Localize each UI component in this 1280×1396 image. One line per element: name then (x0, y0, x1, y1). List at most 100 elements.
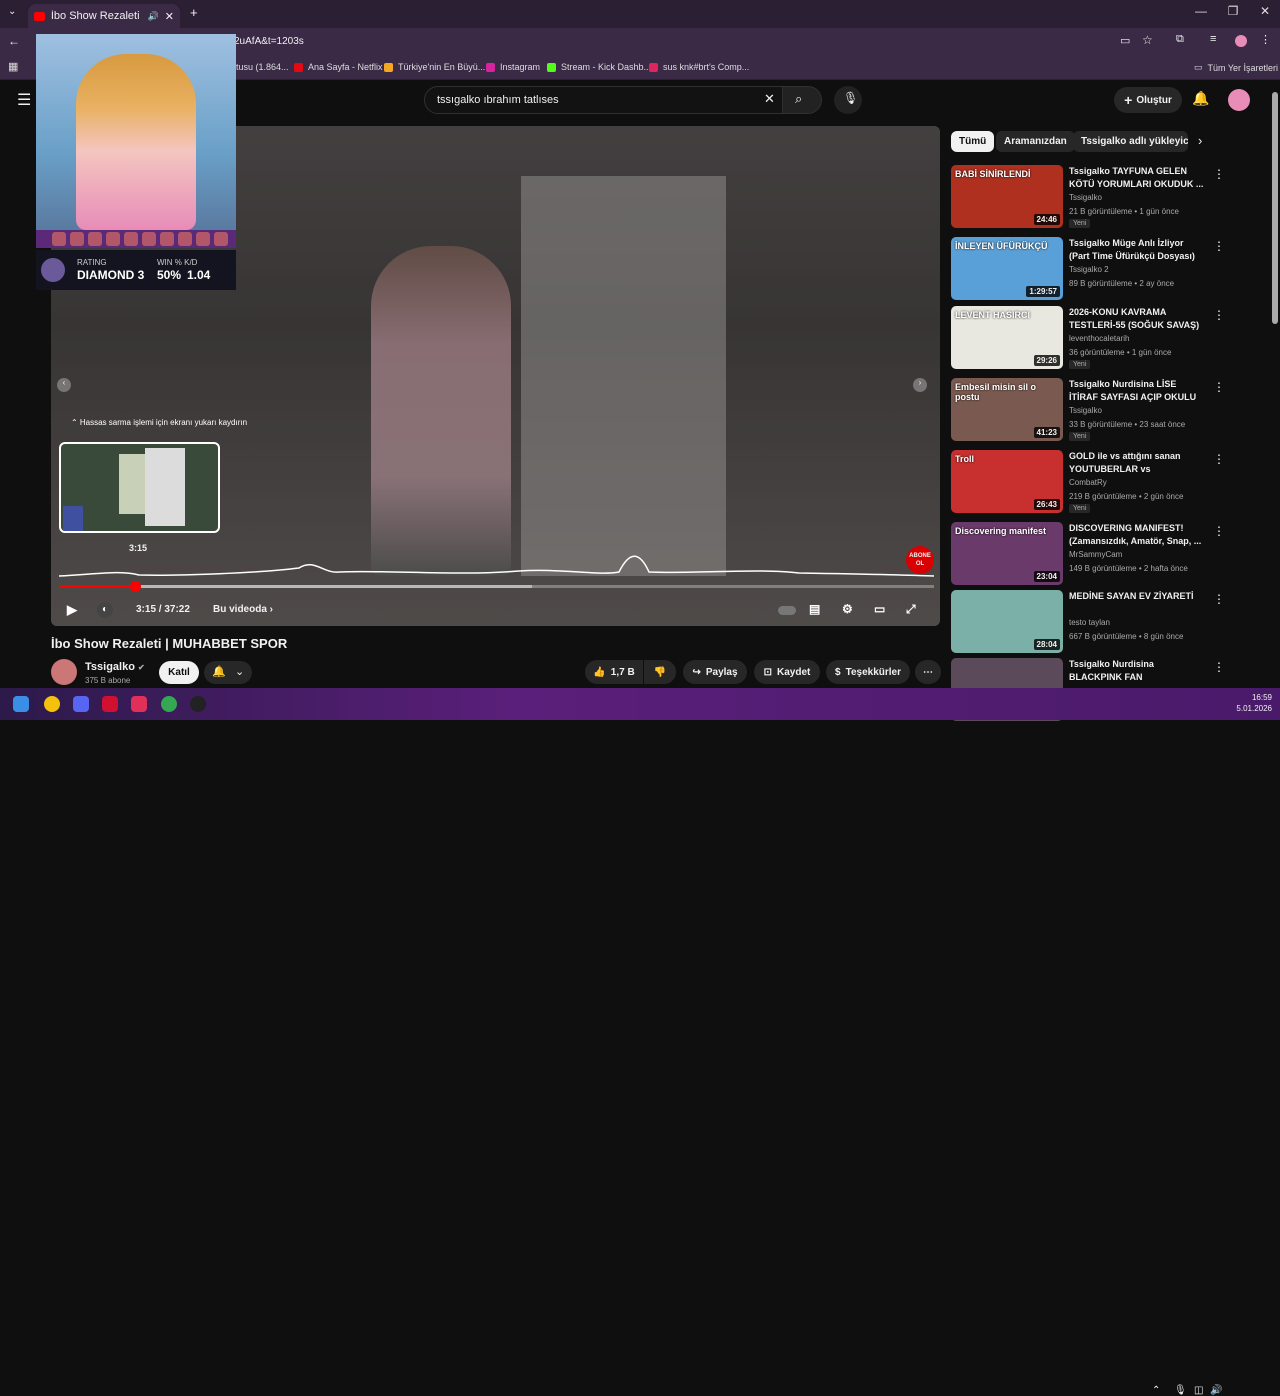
close-window-button[interactable]: ✕ (1250, 4, 1280, 18)
app-icon[interactable] (102, 696, 118, 712)
more-vertical-icon[interactable]: ⋮ (1213, 308, 1225, 322)
url-field[interactable]: 2uAfA&t=1203s (234, 36, 304, 47)
recommended-video[interactable]: 28:04 MEDİNE SAYAN EV ZİYARETİ testo tayla… (951, 590, 1251, 654)
new-tab-button[interactable]: + (190, 5, 198, 20)
volume-tray-icon[interactable]: 🔊 (1210, 1385, 1222, 1396)
create-button[interactable]: + Oluştur (1114, 87, 1182, 113)
recommended-channel[interactable]: Tssigalko 2 (1069, 265, 1109, 274)
taskbar-clock[interactable]: 16:59 5.01.2026 (1228, 692, 1272, 714)
recommended-channel[interactable]: CombatRy (1069, 478, 1107, 487)
recommended-video[interactable]: BABİ SİNİRLENDİ 24:46 Tssigalko TAYFUNA GE… (951, 165, 1251, 229)
windows-start-icon[interactable] (13, 696, 29, 712)
fullscreen-icon[interactable]: ⤢ (906, 602, 916, 617)
bookmark-item[interactable]: tusu (1.864... (236, 62, 289, 72)
video-thumbnail[interactable]: 28:04 (951, 590, 1063, 653)
app-icon[interactable] (131, 696, 147, 712)
recommended-video-title[interactable]: DISCOVERING MANIFEST! (Zamansızdık, Amat… (1069, 522, 1204, 548)
all-bookmarks[interactable]: ▭ Tüm Yer İşaretleri (1194, 62, 1278, 73)
account-avatar[interactable] (1228, 89, 1250, 111)
speaker-icon[interactable]: 🔊 (148, 11, 159, 22)
tab-search-icon[interactable]: ⌄ (8, 6, 16, 17)
thanks-button[interactable]: $ Teşekkürler (826, 660, 910, 684)
more-vertical-icon[interactable]: ⋮ (1213, 452, 1225, 466)
dislike-button[interactable]: 👎 (644, 660, 676, 684)
video-thumbnail[interactable]: Embesil misin sil o postu 41:23 (951, 378, 1063, 441)
channel-avatar[interactable] (51, 659, 77, 685)
search-input[interactable]: tssıgalko ıbrahım tatlıses (424, 86, 788, 114)
subscribe-watermark[interactable]: ABONE OL (906, 546, 934, 574)
recommended-channel[interactable]: Tssigalko (1069, 406, 1102, 415)
chip-all[interactable]: Tümü (951, 131, 995, 152)
tray-chevron-icon[interactable]: ⌃ (1152, 1385, 1160, 1396)
restore-button[interactable]: ❐ (1218, 4, 1248, 18)
recommended-video[interactable]: Embesil misin sil o postu 41:23 Tssigalko … (951, 378, 1251, 442)
menu-icon[interactable]: ⋮ (1260, 33, 1271, 46)
chevron-right-icon[interactable]: › (913, 378, 927, 392)
chrome-active-icon[interactable] (161, 696, 177, 712)
recommended-video-title[interactable]: MEDİNE SAYAN EV ZİYARETİ (1069, 590, 1204, 603)
recommended-video-title[interactable]: Tssigalko Müge Anlı İzliyor (Part Time Ü… (1069, 237, 1204, 263)
recommended-video[interactable]: Discovering manifest 23:04 DISCOVERING MAN… (951, 522, 1251, 586)
recommended-video-title[interactable]: Tssigalko TAYFUNA GELEN KÖTÜ YORUMLARI O… (1069, 165, 1204, 191)
share-button[interactable]: ↪ Paylaş (683, 660, 747, 684)
more-actions-button[interactable]: ⋯ (915, 660, 941, 684)
progress-bar[interactable] (59, 581, 934, 592)
bookmark-item[interactable]: Stream - Kick Dashb... (547, 62, 651, 72)
chevron-right-icon[interactable]: › (1198, 133, 1202, 148)
search-button[interactable]: ⌕ (782, 86, 822, 114)
join-button[interactable]: Katıl (159, 661, 199, 684)
recommended-channel[interactable]: testo taylan (1069, 618, 1110, 627)
recommended-channel[interactable]: leventhocaletarih (1069, 334, 1129, 343)
tab-active[interactable]: İbo Show Rezaleti | MUHABB 🔊 ✕ (28, 4, 180, 28)
video-thumbnail[interactable]: Troll 26:43 (951, 450, 1063, 513)
recommended-video-title[interactable]: Tssigalko Nurdisina LİSE İTİRAF SAYFASI … (1069, 378, 1204, 404)
recommended-video-title[interactable]: Tssigalko Nurdisina BLACKPINK FAN GRUPLA… (1069, 658, 1204, 684)
chevron-left-icon[interactable]: ‹ (57, 378, 71, 392)
recommended-channel[interactable]: Tssigalko (1069, 193, 1102, 202)
chrome-icon[interactable] (44, 696, 60, 712)
page-scrollbar[interactable] (1272, 92, 1278, 324)
recommended-video-title[interactable]: GOLD ile vs attığını sanan YOUTUBERLAR v… (1069, 450, 1204, 476)
more-vertical-icon[interactable]: ⋮ (1213, 167, 1225, 181)
more-vertical-icon[interactable]: ⋮ (1213, 380, 1225, 394)
apps-grid-icon[interactable]: ▦ (8, 60, 18, 73)
hamburger-menu-icon[interactable]: ☰ (17, 90, 31, 110)
more-vertical-icon[interactable]: ⋮ (1213, 239, 1225, 253)
network-icon[interactable]: ◫ (1194, 1385, 1203, 1396)
recommended-video[interactable]: LEVENT HASIRCI 29:26 2026-KONU KAVRAMA TES… (951, 306, 1251, 370)
bookmark-item[interactable]: Instagram (486, 62, 540, 72)
bookmark-item[interactable]: Ana Sayfa - Netflix (294, 62, 383, 72)
settings-gear-icon[interactable]: ⚙ (842, 602, 853, 616)
video-thumbnail[interactable]: İNLEYEN ÜFÜRÜKÇÜ 1:29:57 (951, 237, 1063, 300)
recommended-channel[interactable]: MrSammyCam (1069, 550, 1122, 559)
play-icon[interactable]: ▶ (67, 602, 77, 618)
chip-uploader[interactable]: Tssigalko adlı yükleyici (1073, 131, 1188, 152)
more-vertical-icon[interactable]: ⋮ (1213, 524, 1225, 538)
profile-avatar[interactable] (1235, 35, 1247, 47)
back-arrow-icon[interactable]: ← (8, 34, 20, 48)
notifications-bell-icon[interactable]: 🔔 (1192, 90, 1209, 107)
more-vertical-icon[interactable]: ⋮ (1213, 660, 1225, 674)
volume-icon[interactable]: ◐ (97, 602, 113, 618)
cast-icon[interactable]: ▭ (1120, 34, 1130, 47)
reading-list-icon[interactable]: ≡ (1210, 33, 1216, 45)
extensions-icon[interactable]: ⧉ (1176, 33, 1184, 46)
recommended-video-title[interactable]: 2026-KONU KAVRAMA TESTLERİ-55 (SOĞUK SAV… (1069, 306, 1204, 332)
subscription-bell-button[interactable]: 🔔 ⌄ (204, 661, 252, 684)
theater-mode-icon[interactable]: ▭ (874, 602, 885, 616)
discord-icon[interactable] (73, 696, 89, 712)
chapters-button[interactable]: Bu videoda › (213, 604, 273, 615)
tab-close-icon[interactable]: ✕ (165, 10, 174, 23)
video-thumbnail[interactable]: Discovering manifest 23:04 (951, 522, 1063, 585)
more-vertical-icon[interactable]: ⋮ (1213, 592, 1225, 606)
save-button[interactable]: ⊡ Kaydet (754, 660, 820, 684)
app-icon[interactable] (190, 696, 206, 712)
recommended-video[interactable]: Troll 26:43 GOLD ile vs attığını sanan YOU… (951, 450, 1251, 514)
mic-tray-icon[interactable]: 🎙 (1174, 1385, 1187, 1396)
video-thumbnail[interactable]: BABİ SİNİRLENDİ 24:46 (951, 165, 1063, 228)
channel-name[interactable]: Tssigalko ✔ (85, 661, 145, 673)
video-thumbnail[interactable]: LEVENT HASIRCI 29:26 (951, 306, 1063, 369)
minimize-button[interactable]: — (1186, 4, 1216, 18)
voice-search-button[interactable]: 🎙 (834, 86, 862, 114)
recommended-video[interactable]: İNLEYEN ÜFÜRÜKÇÜ 1:29:57 Tssigalko Müge An… (951, 237, 1251, 301)
